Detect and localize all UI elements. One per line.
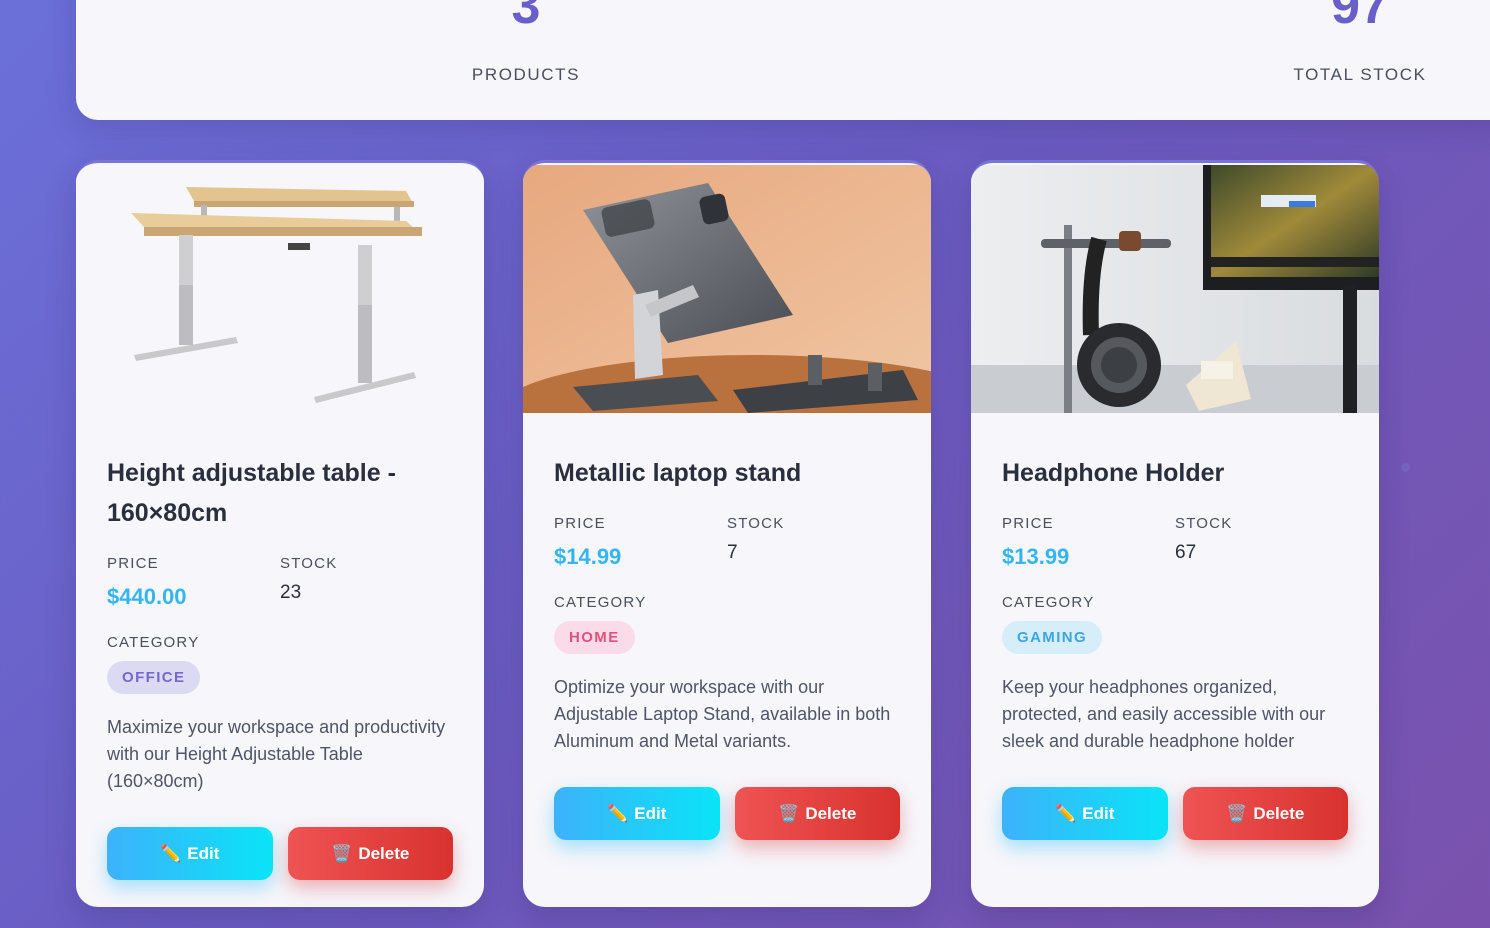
product-title: Height adjustable table - 160×80cm — [107, 459, 396, 527]
delete-label: Delete — [358, 843, 410, 863]
product-card: Metallic laptop stand PRICE $14.99 STOCK… — [523, 160, 931, 907]
stock-label: STOCK — [727, 515, 785, 532]
products-count: 3 — [511, 0, 541, 35]
product-image — [971, 165, 1379, 413]
trash-icon: 🗑️ — [1226, 803, 1248, 823]
product-description: Optimize your workspace with our Adjusta… — [554, 677, 891, 751]
edit-label: Edit — [634, 803, 667, 823]
category-label: CATEGORY — [1002, 594, 1095, 611]
total-stock-count: 97 — [1331, 0, 1389, 35]
product-image — [523, 165, 931, 413]
product-price: $13.99 — [1002, 544, 1070, 569]
trash-icon: 🗑️ — [331, 843, 353, 863]
product-price: $440.00 — [107, 584, 187, 609]
edit-button[interactable]: ✏️ Edit — [1002, 787, 1168, 840]
products-label: PRODUCTS — [471, 65, 581, 84]
product-stock: 7 — [727, 542, 738, 563]
product-stock: 67 — [1175, 542, 1197, 563]
product-title: Metallic laptop stand — [554, 459, 802, 487]
product-stock: 23 — [280, 582, 302, 603]
product-description: Maximize your workspace and productivity… — [107, 717, 446, 791]
product-description: Keep your headphones organized, protecte… — [1002, 677, 1326, 751]
delete-label: Delete — [1253, 803, 1305, 823]
decorative-dot — [1401, 463, 1410, 472]
edit-label: Edit — [1082, 803, 1115, 823]
edit-button[interactable]: ✏️ Edit — [554, 787, 720, 840]
total-stock-label: TOTAL STOCK — [1293, 65, 1427, 84]
stock-label: STOCK — [1175, 515, 1233, 532]
stock-label: STOCK — [280, 555, 338, 572]
edit-label: Edit — [187, 843, 220, 863]
category-label: CATEGORY — [107, 634, 200, 651]
product-price: $14.99 — [554, 544, 622, 569]
stats-panel: 3 PRODUCTS 97 TOTAL STOCK — [76, 0, 1490, 120]
price-label: PRICE — [107, 555, 159, 572]
product-image — [76, 165, 484, 413]
delete-button[interactable]: 🗑️ Delete — [1182, 787, 1348, 840]
price-label: PRICE — [554, 515, 606, 532]
delete-button[interactable]: 🗑️ Delete — [734, 787, 900, 840]
category-badge: OFFICE — [107, 661, 201, 694]
category-label: CATEGORY — [554, 594, 647, 611]
category-badge: GAMING — [1002, 621, 1103, 654]
category-badge: HOME — [554, 621, 635, 654]
pencil-icon: ✏️ — [607, 803, 629, 823]
edit-button[interactable]: ✏️ Edit — [107, 827, 273, 880]
trash-icon: 🗑️ — [778, 803, 800, 823]
product-title: Headphone Holder — [1002, 459, 1225, 487]
product-card: Height adjustable table - 160×80cm PRICE… — [76, 160, 484, 907]
pencil-icon: ✏️ — [160, 843, 182, 863]
price-label: PRICE — [1002, 515, 1054, 532]
pencil-icon: ✏️ — [1055, 803, 1077, 823]
delete-button[interactable]: 🗑️ Delete — [287, 827, 453, 880]
product-card: Headphone Holder PRICE $13.99 STOCK 67 C… — [971, 160, 1379, 907]
delete-label: Delete — [805, 803, 857, 823]
